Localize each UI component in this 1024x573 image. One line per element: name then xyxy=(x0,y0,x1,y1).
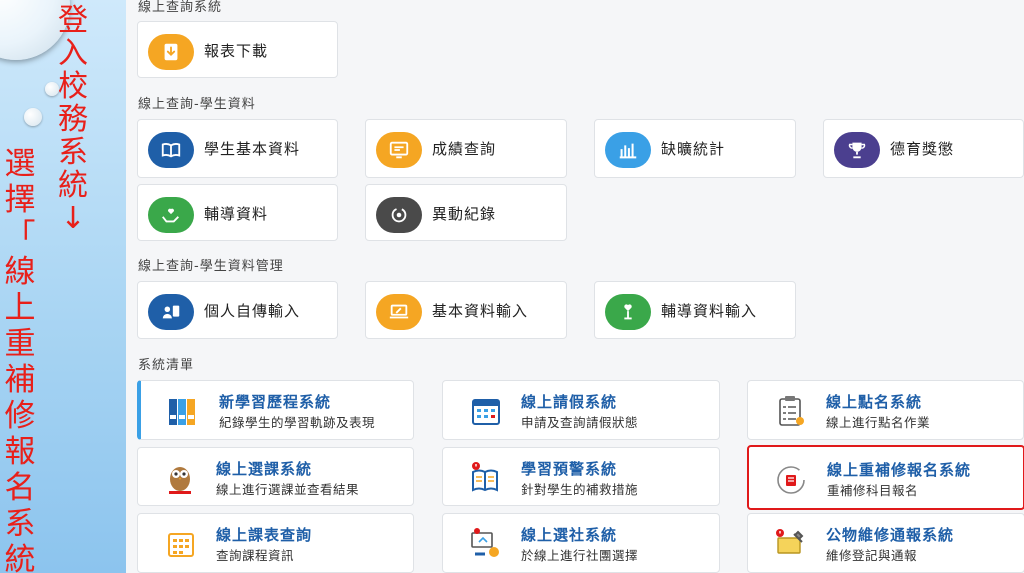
system-timetable-query[interactable]: 線上課表查詢 查詢課程資訊 xyxy=(137,513,414,573)
system-title: 線上點名系統 xyxy=(826,393,923,411)
tile-label: 成績查詢 xyxy=(432,140,497,158)
section-title-student-data: 線上查詢-學生資料 xyxy=(138,97,256,112)
system-course-selection[interactable]: 線上選課系統 線上進行選課並查看結果 xyxy=(137,447,414,506)
tile-absence-stats[interactable]: 缺曠統計 xyxy=(594,119,796,178)
book-icon xyxy=(148,132,194,168)
tile-label: 輔導資料輸入 xyxy=(661,302,758,320)
system-title: 線上課表查詢 xyxy=(216,526,313,544)
tile-merit[interactable]: 德育獎懲 xyxy=(823,119,1024,178)
slide-char: 選 xyxy=(4,146,36,182)
download-icon xyxy=(148,34,194,70)
repair-tools-icon xyxy=(776,529,804,554)
section-title-system-list: 系統清單 xyxy=(138,358,195,373)
slide-char: 修 xyxy=(4,398,36,434)
system-title: 線上選社系統 xyxy=(521,526,618,544)
clock-book-icon xyxy=(777,466,805,494)
tile-label: 異動紀錄 xyxy=(432,205,497,223)
system-online-rollcall[interactable]: 線上點名系統 線上進行點名作業 xyxy=(747,380,1024,440)
heart-plant-icon xyxy=(605,294,651,330)
system-desc: 查詢課程資訊 xyxy=(216,548,295,563)
tile-label: 學生基本資料 xyxy=(204,140,301,158)
slide-char: 入 xyxy=(58,36,88,71)
system-facility-repair[interactable]: 公物維修通報系統 維修登記與通報 xyxy=(747,513,1024,573)
trophy-icon xyxy=(834,132,880,168)
system-desc: 線上進行選課並查看結果 xyxy=(216,482,360,497)
owl-icon xyxy=(169,467,191,494)
tile-basic-data-input[interactable]: 基本資料輸入 xyxy=(365,281,567,339)
system-retake-registration[interactable]: 線上重補修報名系統 重補修科目報名 xyxy=(747,445,1024,510)
tile-grades[interactable]: 成績查詢 xyxy=(365,119,567,178)
decorative-dot xyxy=(24,108,42,126)
slide-char: 登 xyxy=(58,3,88,38)
tile-label: 缺曠統計 xyxy=(661,140,726,158)
slide-char: 線 xyxy=(4,254,36,290)
slide-char: 擇 xyxy=(4,182,36,218)
slide-char: 校 xyxy=(58,69,88,104)
system-title: 新學習歷程系統 xyxy=(219,393,332,411)
system-title: 線上選課系統 xyxy=(216,460,313,478)
system-title: 公物維修通報系統 xyxy=(826,526,955,544)
slide-char: 務 xyxy=(58,102,88,137)
slide-char: 補 xyxy=(4,362,36,398)
laptop-pen-icon xyxy=(376,294,422,330)
system-club-selection[interactable]: 線上選社系統 於線上進行社團選擇 xyxy=(442,513,720,573)
slide-char: 系 xyxy=(58,135,88,170)
tile-counseling[interactable]: 輔導資料 xyxy=(137,184,338,241)
tile-label: 德育獎懲 xyxy=(890,140,955,158)
system-desc: 紀錄學生的學習軌跡及表現 xyxy=(219,415,376,430)
warning-book-icon xyxy=(472,462,498,492)
person-doc-icon xyxy=(148,294,194,330)
system-desc: 申請及查詢請假狀態 xyxy=(521,415,639,430)
section-title-online-query: 線上查詢系統 xyxy=(138,0,223,15)
slide-char: 系 xyxy=(4,506,36,542)
system-desc: 於線上進行社團選擇 xyxy=(521,548,639,563)
system-desc: 線上進行點名作業 xyxy=(826,415,931,430)
tile-change-records[interactable]: 異動紀錄 xyxy=(365,184,567,241)
tile-label: 基本資料輸入 xyxy=(432,302,529,320)
club-activities-icon xyxy=(471,528,499,557)
refresh-icon xyxy=(376,197,422,233)
slide-char: 上 xyxy=(4,290,36,326)
system-learning-warning[interactable]: 學習預警系統 針對學生的補救措施 xyxy=(442,447,720,506)
slide-char: 報 xyxy=(4,434,36,470)
slide-char: 名 xyxy=(4,470,36,506)
tile-student-info[interactable]: 學生基本資料 xyxy=(137,119,338,178)
tile-label: 報表下載 xyxy=(204,42,269,60)
slide-side-panel: 登 入 校 務 系 統 ↓ 選 擇 「 線 上 重 補 修 報 名 系 統 xyxy=(0,0,126,573)
tile-counseling-input[interactable]: 輔導資料輸入 xyxy=(594,281,796,339)
clipboard-checklist-icon xyxy=(779,396,804,426)
tile-report-download[interactable]: 報表下載 xyxy=(137,21,338,78)
system-desc: 重補修科目報名 xyxy=(827,483,919,498)
system-online-leave[interactable]: 線上請假系統 申請及查詢請假狀態 xyxy=(442,380,720,440)
binders-icon xyxy=(169,399,195,425)
bar-chart-icon xyxy=(605,132,651,168)
system-learning-portfolio[interactable]: 新學習歷程系統 紀錄學生的學習軌跡及表現 xyxy=(137,380,414,440)
tile-label: 輔導資料 xyxy=(204,205,269,223)
system-title: 線上重補修報名系統 xyxy=(827,461,972,479)
system-title: 學習預警系統 xyxy=(521,460,618,478)
tile-autobiography-input[interactable]: 個人自傳輸入 xyxy=(137,281,338,339)
system-title: 線上請假系統 xyxy=(521,393,618,411)
section-title-student-data-mgmt: 線上查詢-學生資料管理 xyxy=(138,259,284,274)
slide-char: 統 xyxy=(58,168,88,203)
slide-char: 統 xyxy=(4,542,36,573)
tile-label: 個人自傳輸入 xyxy=(204,302,301,320)
system-desc: 針對學生的補救措施 xyxy=(521,482,639,497)
slide-char: 重 xyxy=(4,326,36,362)
slide-instruction-line1: 登 入 校 務 系 統 ↓ xyxy=(55,4,91,235)
calendar-icon xyxy=(472,399,500,425)
slide-instruction-line2: 選 擇 「 線 上 重 補 修 報 名 系 統 xyxy=(2,146,38,573)
monitor-icon xyxy=(376,132,422,168)
slide-arrow: ↓ xyxy=(60,201,86,236)
hands-heart-icon xyxy=(148,197,194,233)
main-content: 線上查詢系統 報表下載 線上查詢-學生資料 學生基本資料 成績查詢 缺曠統計 德… xyxy=(126,0,1024,573)
timetable-icon xyxy=(168,533,194,557)
system-desc: 維修登記與通報 xyxy=(826,548,918,563)
slide-char: 「 xyxy=(4,218,36,254)
